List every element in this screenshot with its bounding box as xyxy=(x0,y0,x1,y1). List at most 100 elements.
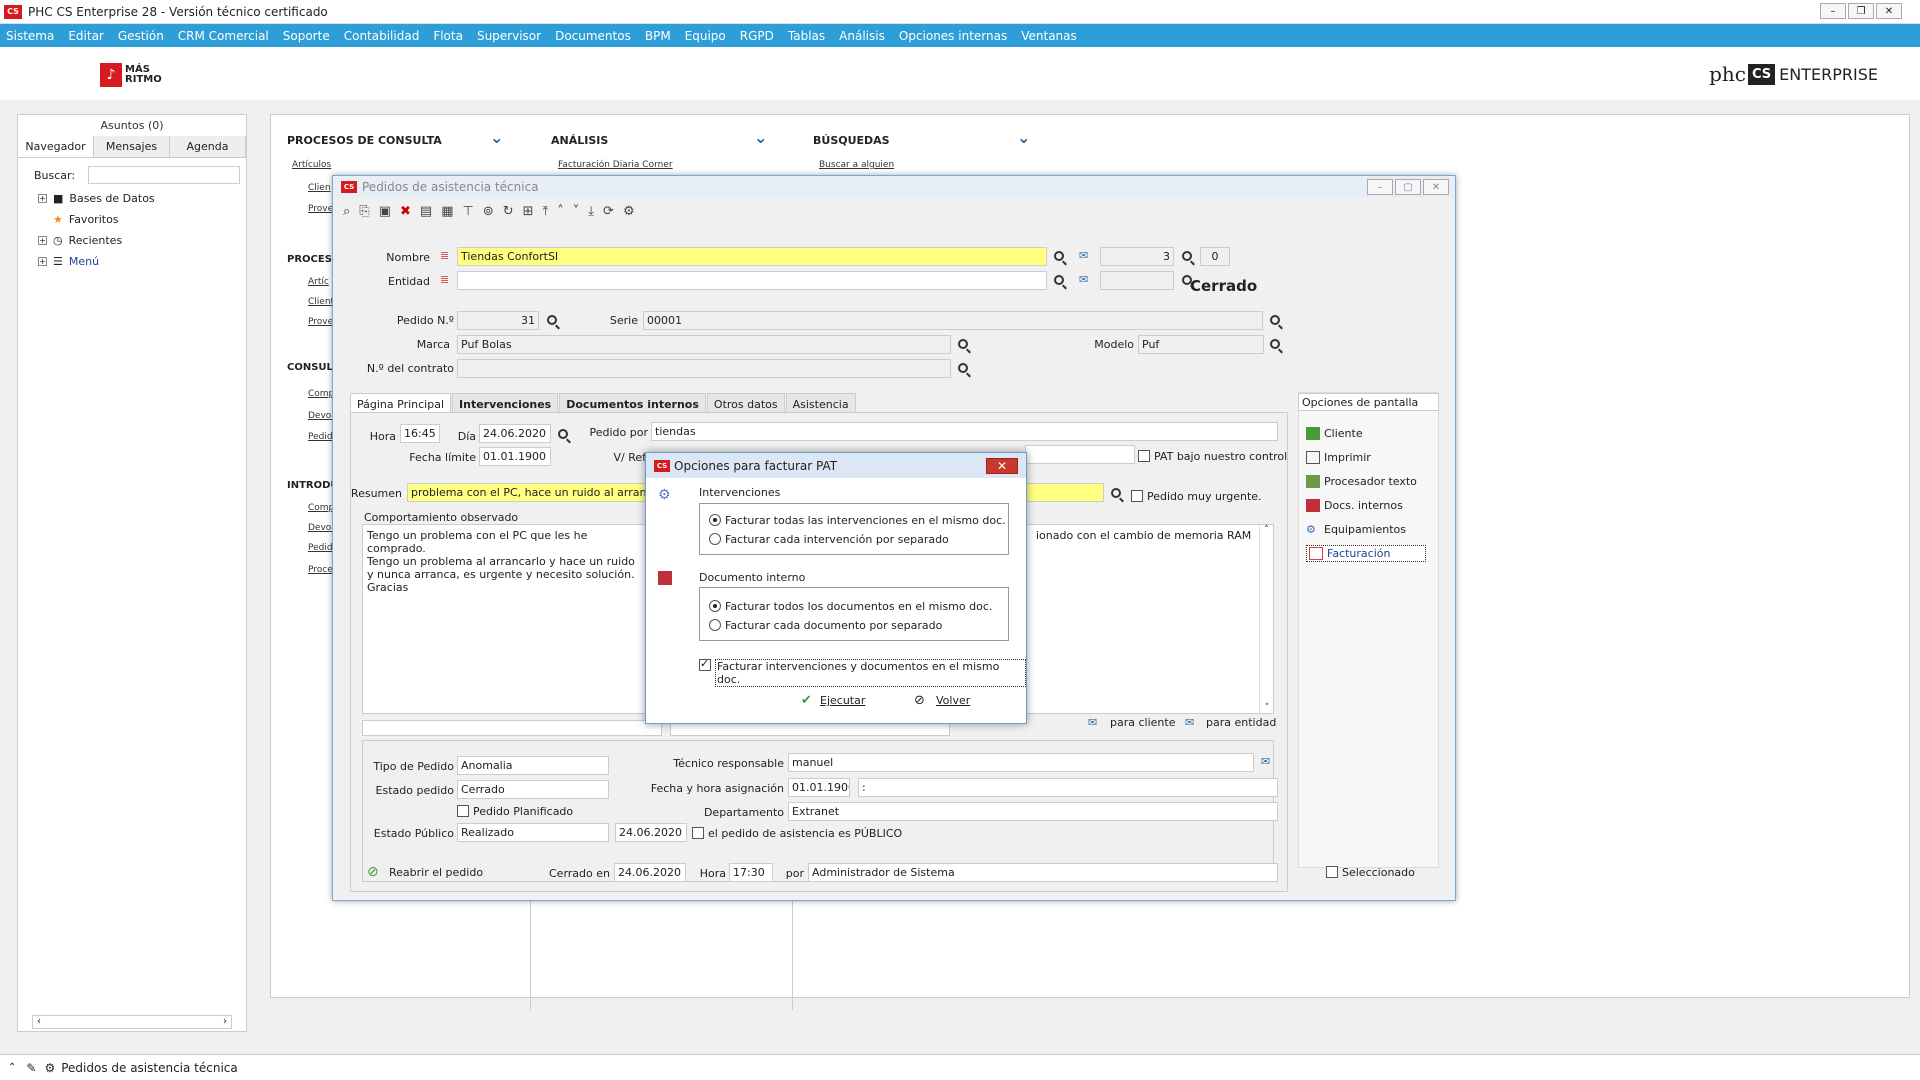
combo-1[interactable] xyxy=(362,720,662,736)
close-button[interactable]: ✕ xyxy=(1876,3,1902,19)
tecnico-select[interactable]: manuel xyxy=(788,753,1254,772)
mini-link[interactable]: Comp xyxy=(308,503,334,513)
menu-gestion[interactable]: Gestión xyxy=(118,29,164,43)
menu-supervisor[interactable]: Supervisor xyxy=(477,29,541,43)
menu-equipo[interactable]: Equipo xyxy=(685,29,726,43)
minimize-button[interactable]: – xyxy=(1820,3,1846,19)
estado-publico-select[interactable]: Realizado xyxy=(457,823,609,842)
filter-icon[interactable]: ⊚ xyxy=(483,204,494,219)
entidad-field[interactable] xyxy=(457,271,1047,290)
search-icon[interactable] xyxy=(1182,251,1192,261)
tree-item-bases[interactable]: + ■ Bases de Datos xyxy=(18,188,246,209)
tipo-pedido-select[interactable]: Anomalia xyxy=(457,756,609,775)
menu-soporte[interactable]: Soporte xyxy=(283,29,330,43)
email-icon[interactable]: ✉ xyxy=(1261,755,1270,768)
search-icon[interactable] xyxy=(547,315,557,325)
hora2-field[interactable]: 17:30 xyxy=(729,863,773,882)
contador2-field[interactable]: 0 xyxy=(1200,247,1230,266)
horizontal-scrollbar[interactable]: ‹ › xyxy=(32,1015,232,1029)
mini-link[interactable]: Pedid xyxy=(308,543,333,553)
menu-analisis[interactable]: Análisis xyxy=(839,29,885,43)
next-record-icon[interactable]: ˅ xyxy=(573,204,580,219)
status-text[interactable]: Pedidos de asistencia técnica xyxy=(61,1061,238,1075)
search-icon[interactable] xyxy=(1111,488,1121,498)
menu-contabilidad[interactable]: Contabilidad xyxy=(344,29,420,43)
search-icon[interactable] xyxy=(958,363,968,373)
mini-link[interactable]: Prove xyxy=(308,204,333,214)
menu-tablas[interactable]: Tablas xyxy=(788,29,825,43)
fecha-limite-field[interactable]: 01.01.1900 xyxy=(479,447,551,466)
mini-link[interactable]: Clien xyxy=(308,183,331,193)
marca-field[interactable]: Puf Bolas xyxy=(457,335,951,354)
menu-editar[interactable]: Editar xyxy=(68,29,104,43)
table-icon[interactable]: ▤ xyxy=(420,204,432,219)
menu-opciones-internas[interactable]: Opciones internas xyxy=(899,29,1007,43)
menu-ventanas[interactable]: Ventanas xyxy=(1021,29,1077,43)
pat-checkbox[interactable] xyxy=(1138,450,1150,462)
preview-icon[interactable]: ⊞ xyxy=(523,204,534,219)
mini-link[interactable]: Prove xyxy=(308,317,333,327)
mini-link[interactable]: Devol xyxy=(308,523,334,533)
close-button[interactable]: ✕ xyxy=(1423,179,1449,195)
chevron-down-icon[interactable]: ⌄ xyxy=(490,128,503,147)
new-icon[interactable]: ▣ xyxy=(379,204,391,219)
contrato-field[interactable] xyxy=(457,359,951,378)
hora-asignacion-field[interactable]: : xyxy=(858,778,1278,797)
cerrado-en-field[interactable]: 24.06.2020 xyxy=(614,863,686,882)
tree-item-menu[interactable]: + ☰ Menú xyxy=(18,251,246,272)
opcion-procesador[interactable]: Procesador texto xyxy=(1306,475,1417,488)
tree-item-favoritos[interactable]: ★ Favoritos xyxy=(18,209,246,230)
opcion-equipamientos[interactable]: ⚙ Equipamientos xyxy=(1306,523,1406,536)
search-icon[interactable] xyxy=(1054,275,1064,285)
tab-mensajes[interactable]: Mensajes xyxy=(94,136,170,157)
grid-icon[interactable]: ▦ xyxy=(441,204,453,219)
estado-publico-fecha[interactable]: 24.06.2020 xyxy=(615,823,687,842)
mini-link[interactable]: Artíc xyxy=(308,277,329,287)
menu-bpm[interactable]: BPM xyxy=(645,29,671,43)
search-icon[interactable] xyxy=(958,339,968,349)
tab-navegador[interactable]: Navegador xyxy=(18,136,94,157)
seleccionado-checkbox[interactable] xyxy=(1326,866,1338,878)
opcion-docs-internos[interactable]: Docs. internos xyxy=(1306,499,1403,512)
email-icon[interactable]: ✉ xyxy=(1079,273,1088,286)
ejecutar-button[interactable]: Ejecutar xyxy=(820,694,865,707)
facturar-juntos-checkbox[interactable] xyxy=(699,657,711,671)
list-icon[interactable]: ≣ xyxy=(440,273,449,286)
list-icon[interactable]: ≣ xyxy=(440,249,449,262)
departamento-select[interactable]: Extranet xyxy=(788,802,1278,821)
radio-intervenciones-mismo[interactable] xyxy=(709,514,721,526)
fecha-asignacion-field[interactable]: 01.01.1900 xyxy=(788,778,850,797)
reabrir-button[interactable]: Reabrir el pedido xyxy=(389,866,483,879)
buscar-input[interactable] xyxy=(88,166,240,184)
mini-link[interactable]: Devol xyxy=(308,411,334,421)
search-icon[interactable] xyxy=(1270,315,1280,325)
search-icon[interactable] xyxy=(1270,339,1280,349)
estado-pedido-select[interactable]: Cerrado xyxy=(457,780,609,799)
settings-icon[interactable]: ⚙ xyxy=(623,204,635,219)
mini-link[interactable]: Proce xyxy=(308,565,333,575)
opcion-cliente[interactable]: Cliente xyxy=(1306,427,1363,440)
para-cliente-link[interactable]: para cliente xyxy=(1110,716,1175,729)
radio-intervenciones-separado[interactable] xyxy=(709,533,721,545)
publico-checkbox[interactable] xyxy=(692,827,704,839)
restore-button[interactable]: ❐ xyxy=(1848,3,1874,19)
opciones-pantalla-select[interactable]: Opciones de pantalla xyxy=(1298,393,1439,411)
dia-field[interactable]: 24.06.2020 xyxy=(479,424,551,443)
volver-button[interactable]: Volver xyxy=(936,694,970,707)
refresh-icon[interactable]: ↻ xyxy=(503,204,514,219)
search-icon[interactable] xyxy=(558,429,568,439)
chevron-up-icon[interactable]: ⌃ xyxy=(8,1062,16,1073)
email-icon[interactable]: ✉ xyxy=(1088,716,1097,729)
link-facturacion-diaria[interactable]: Facturación Diaria Corner xyxy=(558,160,673,170)
hora-field[interactable]: 16:45 xyxy=(400,424,440,443)
search-icon[interactable] xyxy=(1054,251,1064,261)
email-icon[interactable]: ✉ xyxy=(1079,249,1088,262)
contador-field[interactable]: 3 xyxy=(1100,247,1174,266)
copy-icon[interactable]: ⎘ xyxy=(359,204,369,219)
first-record-icon[interactable]: ⤒ xyxy=(543,204,549,219)
entidad-num-field[interactable] xyxy=(1100,271,1174,290)
planificado-checkbox[interactable] xyxy=(457,805,469,817)
email-icon[interactable]: ✉ xyxy=(1185,716,1194,729)
tree-item-recientes[interactable]: + ◷ Recientes xyxy=(18,230,246,251)
search-icon[interactable]: ⌕ xyxy=(343,204,350,219)
